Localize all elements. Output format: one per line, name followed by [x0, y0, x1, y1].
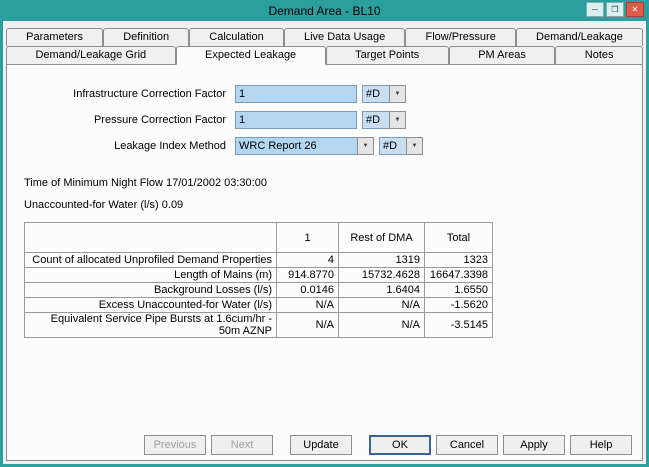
next-button: Next: [211, 435, 273, 455]
table-row: Excess Unaccounted-for Water (l/s) N/A N…: [24, 297, 493, 313]
leakage-index-method-label: Leakage Index Method: [114, 140, 226, 152]
pressure-flag-combo[interactable]: #D ▼: [362, 111, 406, 129]
table-row: Count of allocated Unprofiled Demand Pro…: [24, 252, 493, 268]
tab-notes[interactable]: Notes: [555, 46, 643, 64]
minimize-icon: ─: [592, 5, 598, 14]
tab-row-1: Parameters Definition Calculation Live D…: [6, 28, 644, 46]
help-button[interactable]: Help: [570, 435, 632, 455]
unaccounted-water-line: Unaccounted-for Water (l/s) 0.09: [24, 199, 642, 212]
cell-value: N/A: [276, 312, 339, 338]
cell-value: N/A: [338, 312, 425, 338]
infrastructure-correction-row: Infrastructure Correction Factor #D ▼: [7, 85, 642, 103]
ok-button[interactable]: OK: [369, 435, 431, 455]
chevron-down-icon[interactable]: ▼: [406, 137, 423, 155]
tab-demand-leakage[interactable]: Demand/Leakage: [515, 28, 644, 46]
maximize-button[interactable]: ❒: [606, 2, 624, 17]
tab-target-points[interactable]: Target Points: [325, 46, 449, 64]
row-label: Excess Unaccounted-for Water (l/s): [24, 297, 277, 313]
info-block: Time of Minimum Night Flow 17/01/2002 03…: [7, 177, 642, 212]
table-row: Length of Mains (m) 914.8770 15732.4628 …: [24, 267, 493, 283]
leakage-results-table: 1 Rest of DMA Total Count of allocated U…: [24, 222, 493, 338]
tab-calculation[interactable]: Calculation: [189, 28, 284, 46]
window-title: Demand Area - BL10: [268, 3, 381, 18]
cell-value: 1319: [338, 252, 425, 268]
row-label: Length of Mains (m): [24, 267, 277, 283]
titlebar[interactable]: Demand Area - BL10 ─ ❒ ✕: [3, 0, 646, 21]
table-row: Background Losses (l/s) 0.0146 1.6404 1.…: [24, 282, 493, 298]
infrastructure-correction-input[interactable]: [235, 85, 357, 103]
leakage-index-method-value: WRC Report 26: [235, 137, 357, 155]
cell-value: 16647.3398: [424, 267, 493, 283]
cell-value: 4: [276, 252, 339, 268]
cell-value: N/A: [276, 297, 339, 313]
tab-row-2: Demand/Leakage Grid Expected Leakage Tar…: [6, 46, 643, 65]
minimize-button[interactable]: ─: [586, 2, 604, 17]
tab-parameters[interactable]: Parameters: [6, 28, 104, 46]
row-label: Equivalent Service Pipe Bursts at 1.6cum…: [24, 312, 277, 338]
infrastructure-correction-label: Infrastructure Correction Factor: [73, 88, 226, 100]
column-header-1: 1: [276, 222, 339, 253]
infrastructure-flag-combo[interactable]: #D ▼: [362, 85, 406, 103]
row-label: Background Losses (l/s): [24, 282, 277, 298]
cell-value: N/A: [338, 297, 425, 313]
cancel-button[interactable]: Cancel: [436, 435, 498, 455]
tab-demand-leakage-grid[interactable]: Demand/Leakage Grid: [6, 46, 176, 64]
cell-value: 0.0146: [276, 282, 339, 298]
pressure-correction-label: Pressure Correction Factor: [93, 114, 226, 126]
table-row: Equivalent Service Pipe Bursts at 1.6cum…: [24, 312, 493, 338]
cell-value: -1.5620: [424, 297, 493, 313]
night-flow-value: 17/01/2002 03:30:00: [166, 177, 267, 189]
leakage-index-flag-combo[interactable]: #D ▼: [379, 137, 423, 155]
tab-live-data-usage[interactable]: Live Data Usage: [283, 28, 406, 46]
leakage-index-method-combo[interactable]: WRC Report 26 ▼: [235, 137, 374, 155]
unaccounted-water-value: 0.09: [161, 199, 184, 211]
apply-button[interactable]: Apply: [503, 435, 565, 455]
update-button[interactable]: Update: [290, 435, 352, 455]
close-icon: ✕: [631, 5, 639, 14]
column-header-rest-of-dma: Rest of DMA: [338, 222, 425, 253]
dialog-window: Demand Area - BL10 ─ ❒ ✕ Parameters Defi…: [0, 0, 649, 467]
tab-definition[interactable]: Definition: [103, 28, 190, 46]
cell-value: 1.6550: [424, 282, 493, 298]
pressure-correction-row: Pressure Correction Factor #D ▼: [7, 111, 642, 129]
tab-flow-pressure[interactable]: Flow/Pressure: [405, 28, 516, 46]
infrastructure-flag-value: #D: [362, 85, 389, 103]
correction-form: Infrastructure Correction Factor #D ▼ Pr…: [7, 85, 642, 155]
chevron-down-icon[interactable]: ▼: [357, 137, 374, 155]
tab-expected-leakage[interactable]: Expected Leakage: [175, 46, 326, 65]
chevron-down-icon[interactable]: ▼: [389, 111, 406, 129]
cell-value: 1.6404: [338, 282, 425, 298]
row-label: Count of allocated Unprofiled Demand Pro…: [24, 252, 277, 268]
chevron-down-icon[interactable]: ▼: [389, 85, 406, 103]
leakage-index-method-row: Leakage Index Method WRC Report 26 ▼ #D …: [7, 137, 642, 155]
cell-value: 15732.4628: [338, 267, 425, 283]
pressure-correction-input[interactable]: [235, 111, 357, 129]
previous-button: Previous: [144, 435, 206, 455]
close-button[interactable]: ✕: [626, 2, 644, 17]
cell-value: 1323: [424, 252, 493, 268]
maximize-icon: ❒: [611, 5, 619, 14]
column-header-blank: [24, 222, 277, 253]
tab-strip: Parameters Definition Calculation Live D…: [3, 21, 646, 65]
table-header-row: 1 Rest of DMA Total: [24, 222, 493, 253]
column-header-total: Total: [424, 222, 493, 253]
window-controls: ─ ❒ ✕: [586, 2, 644, 17]
expected-leakage-panel: Infrastructure Correction Factor #D ▼ Pr…: [6, 64, 643, 461]
unaccounted-water-label: Unaccounted-for Water (l/s): [24, 199, 159, 211]
pressure-flag-value: #D: [362, 111, 389, 129]
leakage-index-flag-value: #D: [379, 137, 406, 155]
night-flow-label: Time of Minimum Night Flow: [24, 177, 163, 189]
cell-value: -3.5145: [424, 312, 493, 338]
tab-pm-areas[interactable]: PM Areas: [448, 46, 556, 64]
button-row: Previous Next Update OK Cancel Apply Hel…: [7, 435, 642, 455]
cell-value: 914.8770: [276, 267, 339, 283]
night-flow-line: Time of Minimum Night Flow 17/01/2002 03…: [24, 177, 642, 190]
